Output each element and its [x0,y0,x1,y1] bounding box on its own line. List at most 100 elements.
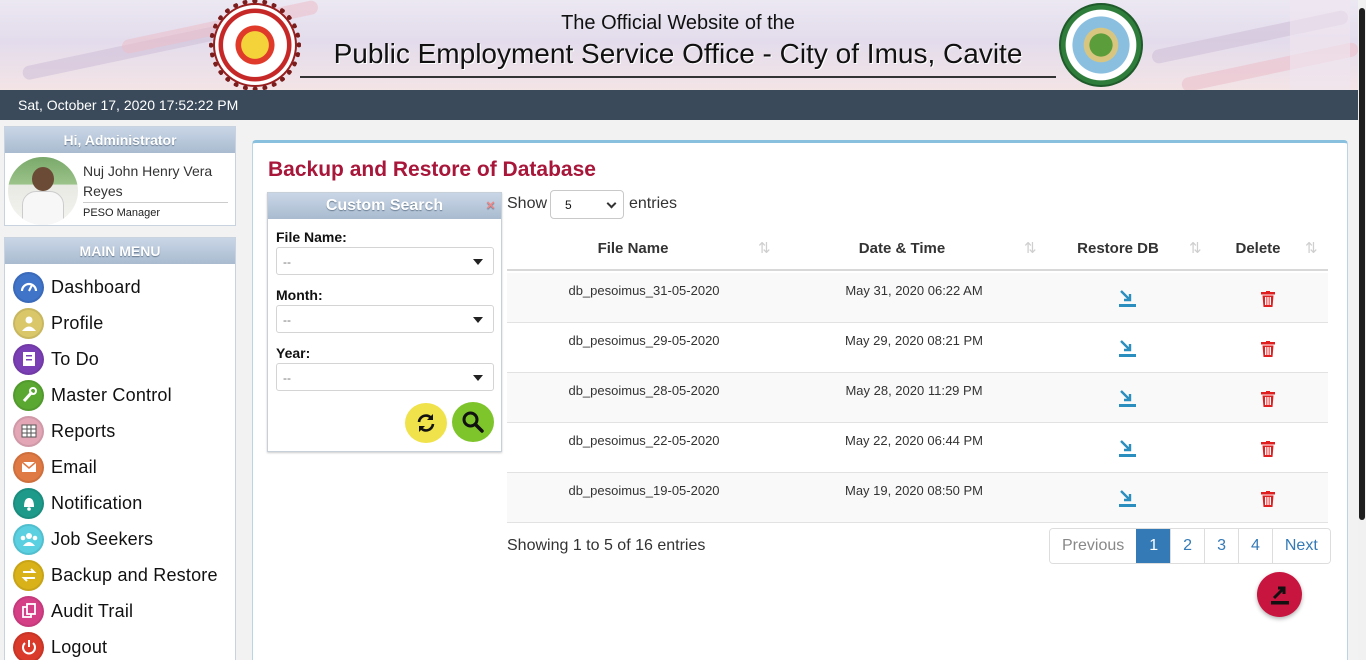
menu-label: Dashboard [51,276,141,297]
pagination-page-2[interactable]: 2 [1170,529,1205,563]
bell-icon [13,487,44,519]
imus-seal-logo [1059,3,1143,87]
column-header-restore-db[interactable]: Restore DB [1063,240,1173,257]
date-time-cell: May 29, 2020 08:21 PM [844,333,984,348]
reset-button[interactable] [405,403,447,443]
todo-icon [13,343,44,375]
column-header-file-name[interactable]: File Name [507,240,759,257]
table-row: db_pesoimus_22-05-2020 May 22, 2020 06:4… [507,423,1328,473]
entries-label: entries [629,195,678,212]
file-name-cell: db_pesoimus_29-05-2020 [568,333,720,348]
year-select[interactable]: -- [276,363,494,391]
sort-icon[interactable]: ⇅ [1189,239,1202,257]
header-underline [300,76,1056,78]
menu-label: Audit Trail [51,600,134,621]
header-decoration [1290,0,1350,90]
page-scrollbar-thumb[interactable] [1359,8,1365,520]
table-row: db_pesoimus_28-05-2020 May 28, 2020 11:2… [507,373,1328,423]
menu-label: Master Control [51,384,172,405]
main-menu-title: MAIN MENU [5,238,235,264]
month-select-value: -- [283,313,291,327]
caret-down-icon [473,317,483,323]
reports-icon [13,415,44,447]
date-time-cell: May 22, 2020 06:44 PM [844,433,984,448]
pagination-next[interactable]: Next [1271,529,1330,563]
sort-icon[interactable]: ⇅ [1305,239,1318,257]
custom-search-title: Custom Search [325,197,444,214]
user-greeting: Hi, Administrator [5,127,235,153]
pagination-page-1[interactable]: 1 [1136,529,1171,563]
caret-down-icon [473,259,483,265]
trash-icon[interactable] [1261,391,1275,407]
filename-select[interactable]: -- [276,247,494,275]
date-time-cell: May 31, 2020 06:22 AM [845,283,983,298]
caret-down-icon [473,375,483,381]
menu-item-dashboard[interactable]: Dashboard [13,271,141,303]
file-name-cell: db_pesoimus_22-05-2020 [568,433,720,448]
restore-icon[interactable] [1119,289,1136,308]
sort-icon[interactable]: ⇅ [758,239,771,257]
file-name-cell: db_pesoimus_31-05-2020 [568,283,720,298]
year-select-value: -- [283,371,291,385]
users-icon [13,523,44,555]
pagination-page-3[interactable]: 3 [1204,529,1238,563]
site-header: The Official Website of the Public Emplo… [0,0,1366,90]
menu-item-todo[interactable]: To Do [13,343,99,375]
backup-now-button[interactable] [1257,572,1302,617]
menu-item-job-seekers[interactable]: Job Seekers [13,523,153,555]
avatar-head [32,167,54,191]
restore-icon[interactable] [1119,339,1136,358]
show-label: Show [507,195,548,212]
menu-item-reports[interactable]: Reports [13,415,115,447]
entries-per-page-select[interactable]: 5 [550,190,624,219]
file-name-cell: db_pesoimus_19-05-2020 [568,483,720,498]
peso-logo [209,0,301,90]
email-icon [13,451,44,483]
table-row: db_pesoimus_31-05-2020 May 31, 2020 06:2… [507,273,1328,323]
pagination-previous[interactable]: Previous [1050,529,1137,563]
menu-item-profile[interactable]: Profile [13,307,103,339]
menu-item-email[interactable]: Email [13,451,97,483]
column-header-date-time[interactable]: Date & Time [799,240,1005,257]
menu-item-master-control[interactable]: Master Control [13,379,172,411]
user-panel: Hi, Administrator Nuj John Henry Vera Re… [4,126,236,226]
main-menu: MAIN MENU Dashboard Profile To Do Master… [4,237,236,660]
menu-label: Job Seekers [51,528,154,549]
entries-per-page-value: 5 [565,198,572,212]
menu-item-backup-restore[interactable]: Backup and Restore [13,559,218,591]
menu-label: Profile [51,312,104,333]
chevron-down-icon [606,198,617,209]
avatar-body [22,191,64,225]
menu-item-logout[interactable]: Logout [13,631,107,660]
year-label: Year: [276,345,311,361]
audit-icon [13,595,44,627]
menu-label: Backup and Restore [51,564,218,585]
trash-icon[interactable] [1261,491,1275,507]
close-icon[interactable]: × [486,193,495,219]
table-header: File Name ⇅ Date & Time ⇅ Restore DB ⇅ D… [507,229,1328,271]
pagination-page-4[interactable]: 4 [1237,529,1272,563]
trash-icon[interactable] [1261,341,1275,357]
refresh-icon [417,414,435,432]
header-subtitle: The Official Website of the [561,12,795,34]
user-role: PESO Manager [83,207,161,219]
trash-icon[interactable] [1261,291,1275,307]
page-title: Backup and Restore of Database [268,158,596,181]
table-row: db_pesoimus_19-05-2020 May 19, 2020 08:5… [507,473,1328,523]
month-select[interactable]: -- [276,305,494,333]
restore-icon[interactable] [1119,489,1136,508]
menu-label: To Do [51,348,100,369]
menu-item-audit-trail[interactable]: Audit Trail [13,595,133,627]
menu-item-notification[interactable]: Notification [13,487,142,519]
date-time-cell: May 19, 2020 08:50 PM [844,483,984,498]
filename-label: File Name: [276,229,347,245]
restore-icon[interactable] [1119,389,1136,408]
avatar[interactable] [8,157,78,225]
restore-icon[interactable] [1119,439,1136,458]
dashboard-icon [13,271,44,303]
table-info: Showing 1 to 5 of 16 entries [507,537,706,554]
search-button[interactable] [452,402,494,442]
sort-icon[interactable]: ⇅ [1024,239,1037,257]
column-header-delete[interactable]: Delete [1225,240,1291,257]
trash-icon[interactable] [1261,441,1275,457]
